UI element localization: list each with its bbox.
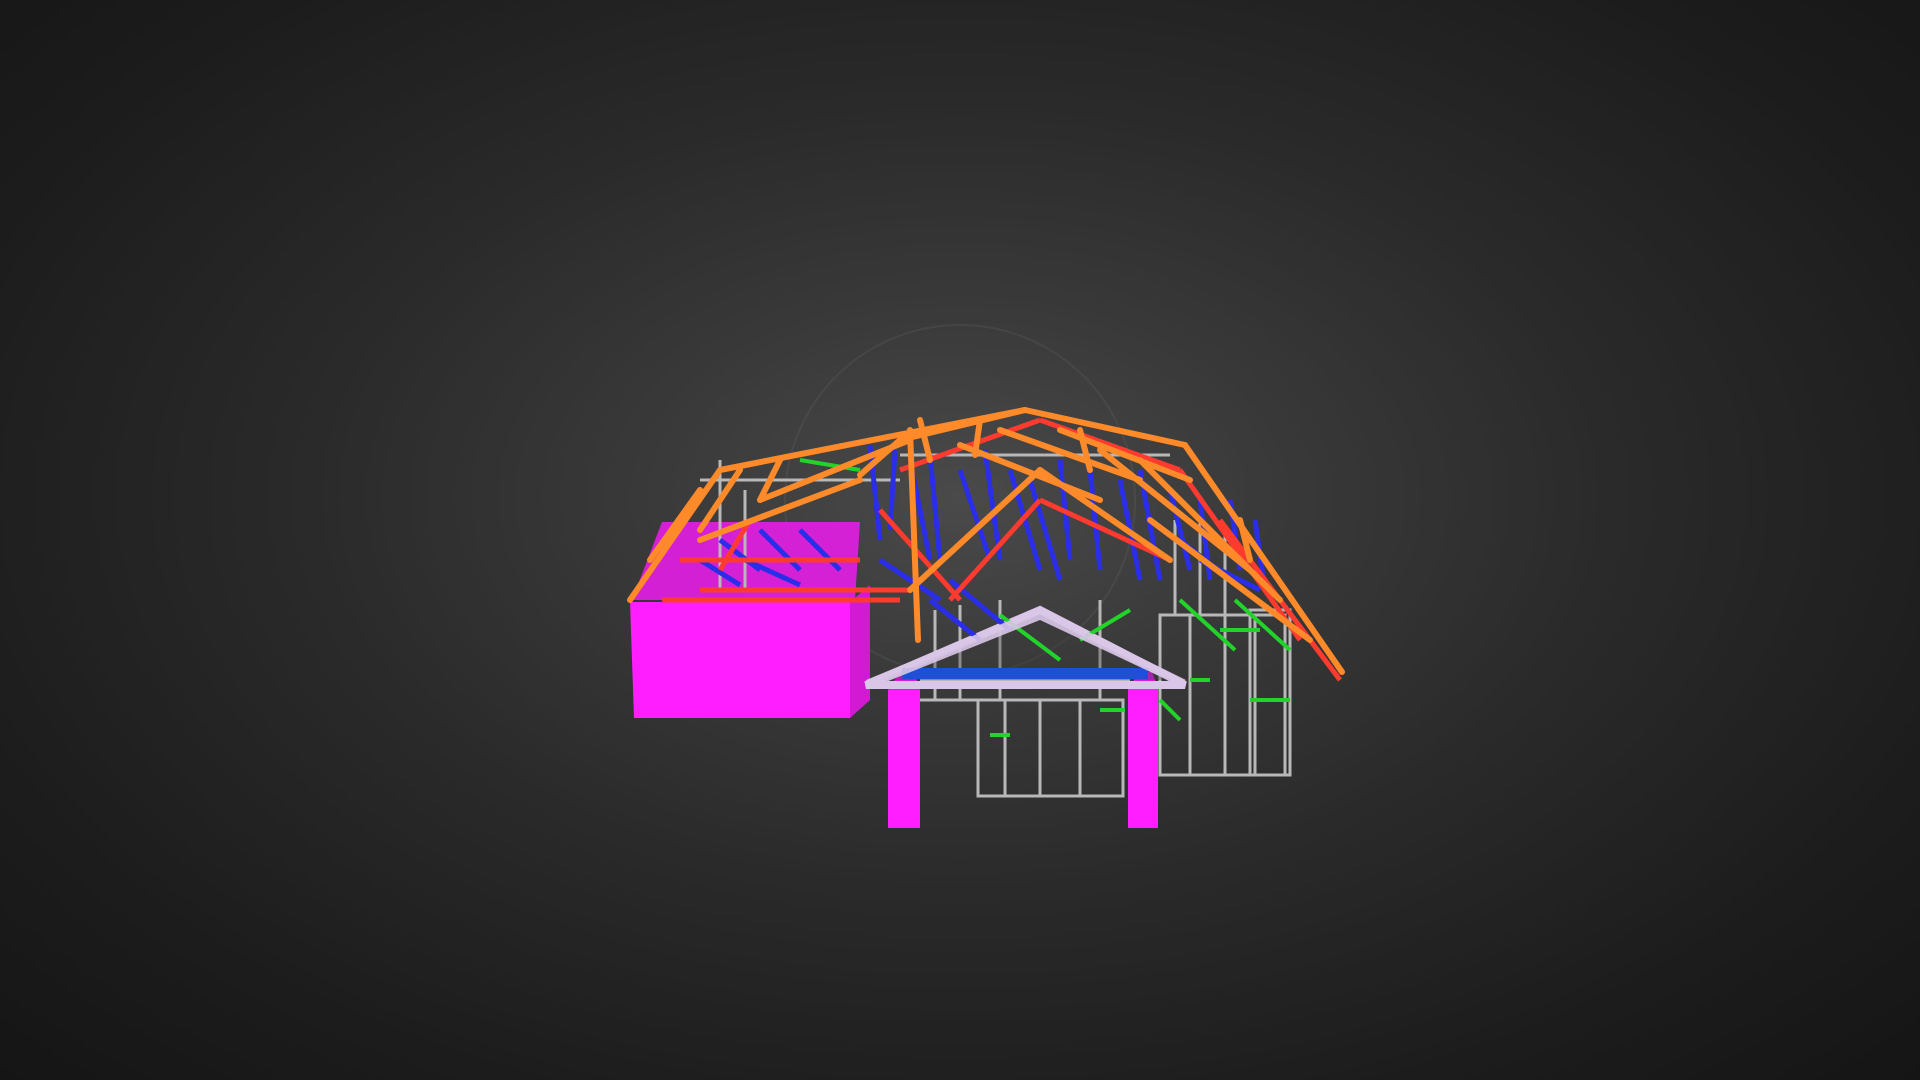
left-wall-side	[850, 585, 870, 718]
house-frame-model[interactable]	[0, 0, 1920, 1080]
left-wall-panel	[630, 602, 850, 718]
porch-pillar-right	[1128, 688, 1158, 828]
porch-lintel-beam	[902, 668, 1148, 679]
3d-model-viewport[interactable]	[0, 0, 1920, 1080]
porch-pillar-left	[888, 690, 920, 828]
